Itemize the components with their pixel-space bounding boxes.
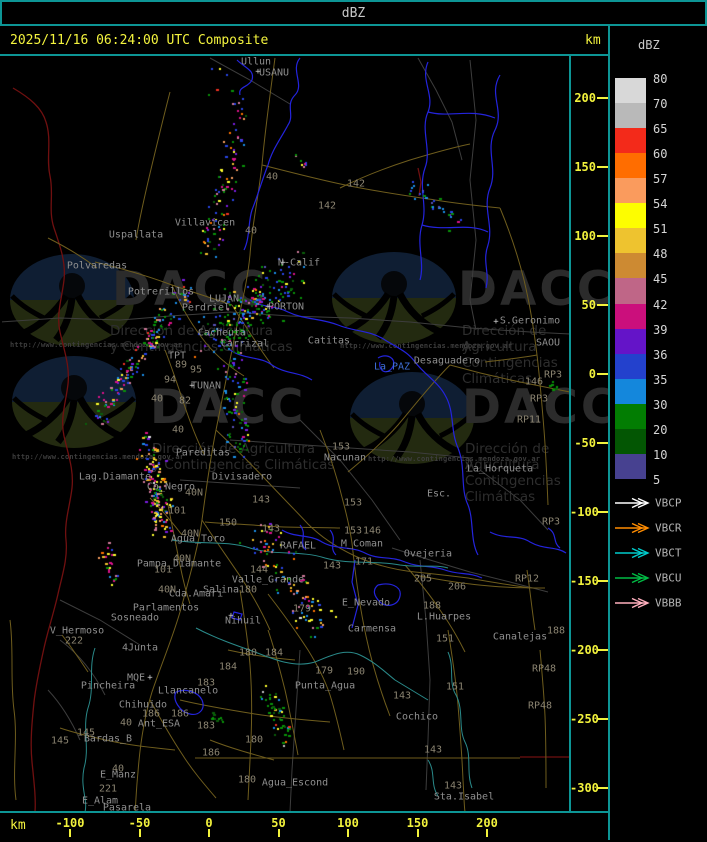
vector-legend-label: VBBB [655, 596, 682, 610]
radar-window: dBZ 2025/11/16 06:24:00 UTC Composite km [0, 0, 707, 842]
legend-swatch [615, 128, 646, 154]
x-axis-tick [416, 829, 419, 837]
legend-swatch [615, 278, 646, 304]
legend-title: dBZ [638, 38, 660, 52]
y-axis-tick [597, 649, 608, 651]
legend-value-label: 60 [653, 147, 668, 162]
y-axis-tick-label: 100 [574, 229, 596, 243]
legend-swatch [615, 103, 646, 129]
legend-value-label: 57 [653, 172, 668, 187]
y-axis-tick [597, 787, 608, 789]
map-bottom-border [0, 811, 610, 813]
legend-value-label: 45 [653, 272, 668, 287]
legend-value-label: 70 [653, 97, 668, 112]
x-axis-tick-label: 150 [406, 816, 429, 830]
x-axis-tick-label: 100 [337, 816, 359, 830]
vector-legend-label: VBCU [655, 571, 682, 585]
vector-arrow-vbcr [615, 522, 650, 534]
x-axis-tick-label: -50 [128, 816, 151, 830]
vector-arrow-vbcu [615, 572, 650, 584]
vector-arrow-vbbb [615, 597, 650, 609]
legend-swatch [615, 303, 646, 329]
y-axis-tick [597, 373, 608, 375]
legend-swatch [615, 353, 646, 379]
window-title: dBZ [341, 5, 366, 21]
y-axis-unit: km [585, 33, 601, 48]
legend-swatch [615, 428, 646, 454]
y-axis-tick-label: -300 [570, 781, 599, 795]
y-axis-tick [597, 304, 608, 306]
legend-swatch [615, 178, 646, 204]
legend-swatch [615, 253, 646, 279]
legend-swatch [615, 453, 646, 479]
legend-swatch [615, 378, 646, 404]
title-bar: dBZ [0, 0, 707, 26]
map-top-border [0, 54, 610, 56]
x-axis-tick-label: 0 [205, 816, 213, 830]
timestamp: 2025/11/16 06:24:00 UTC Composite [10, 33, 269, 48]
x-axis-tick [208, 829, 210, 837]
legend-value-label: 36 [653, 347, 668, 362]
y-axis-tick-label: 200 [574, 91, 596, 105]
radar-echoes-canvas [2, 56, 570, 813]
vector-legend-label: VBCP [655, 496, 682, 510]
legend-swatch [615, 153, 646, 179]
y-axis-tick-label: -250 [570, 712, 599, 726]
y-axis-tick [597, 166, 608, 168]
legend-swatch [615, 328, 646, 354]
legend-value-label: 48 [653, 247, 668, 262]
legend-value-label: 39 [653, 322, 668, 337]
x-axis-tick-label: 50 [271, 816, 286, 830]
legend-value-label: 5 [653, 472, 661, 487]
x-axis-tick-label: 200 [476, 816, 498, 830]
x-axis-tick [69, 829, 71, 837]
x-axis-tick [277, 829, 280, 837]
y-axis-tick-label: -200 [570, 643, 599, 657]
vector-arrow-vbcp [615, 497, 650, 509]
legend-value-label: 20 [653, 422, 668, 437]
legend-value-label: 30 [653, 397, 668, 412]
vector-legend-label: VBCR [655, 521, 682, 535]
y-axis-tick-label: 50 [581, 298, 596, 312]
vector-arrow-vbct [615, 547, 650, 559]
y-axis-tick-label: 0 [588, 367, 596, 381]
legend-value-label: 10 [653, 447, 668, 462]
y-axis-tick [597, 718, 608, 720]
legend-value-label: 65 [653, 122, 668, 137]
y-axis-tick-label: -50 [574, 436, 596, 450]
legend-swatch [615, 403, 646, 429]
x-axis-tick-label: -100 [55, 816, 85, 830]
y-axis-tick [597, 97, 608, 99]
legend-swatch [615, 228, 646, 254]
y-axis-tick [597, 511, 608, 513]
legend-value-label: 54 [653, 197, 668, 212]
x-axis-tick [347, 829, 349, 837]
x-axis-tick [486, 829, 488, 837]
legend-swatch [615, 203, 646, 229]
y-axis-tick [597, 442, 608, 444]
legend-value-label: 80 [653, 72, 668, 86]
legend-value-label: 35 [653, 372, 668, 387]
y-axis-tick-label: -150 [570, 574, 599, 588]
status-row: 2025/11/16 06:24:00 UTC Composite km [2, 28, 608, 54]
y-axis-tick-label: 150 [574, 160, 596, 174]
vector-legend-label: VBCT [655, 546, 682, 560]
y-axis-tick-label: -100 [570, 505, 599, 519]
legend-value-label: 51 [653, 222, 668, 237]
y-axis-tick [597, 235, 608, 237]
x-axis-tick [138, 829, 141, 837]
legend-swatch [615, 78, 646, 104]
x-axis-unit: km [10, 818, 26, 833]
legend-value-label: 42 [653, 297, 668, 312]
y-axis-tick [597, 580, 608, 582]
